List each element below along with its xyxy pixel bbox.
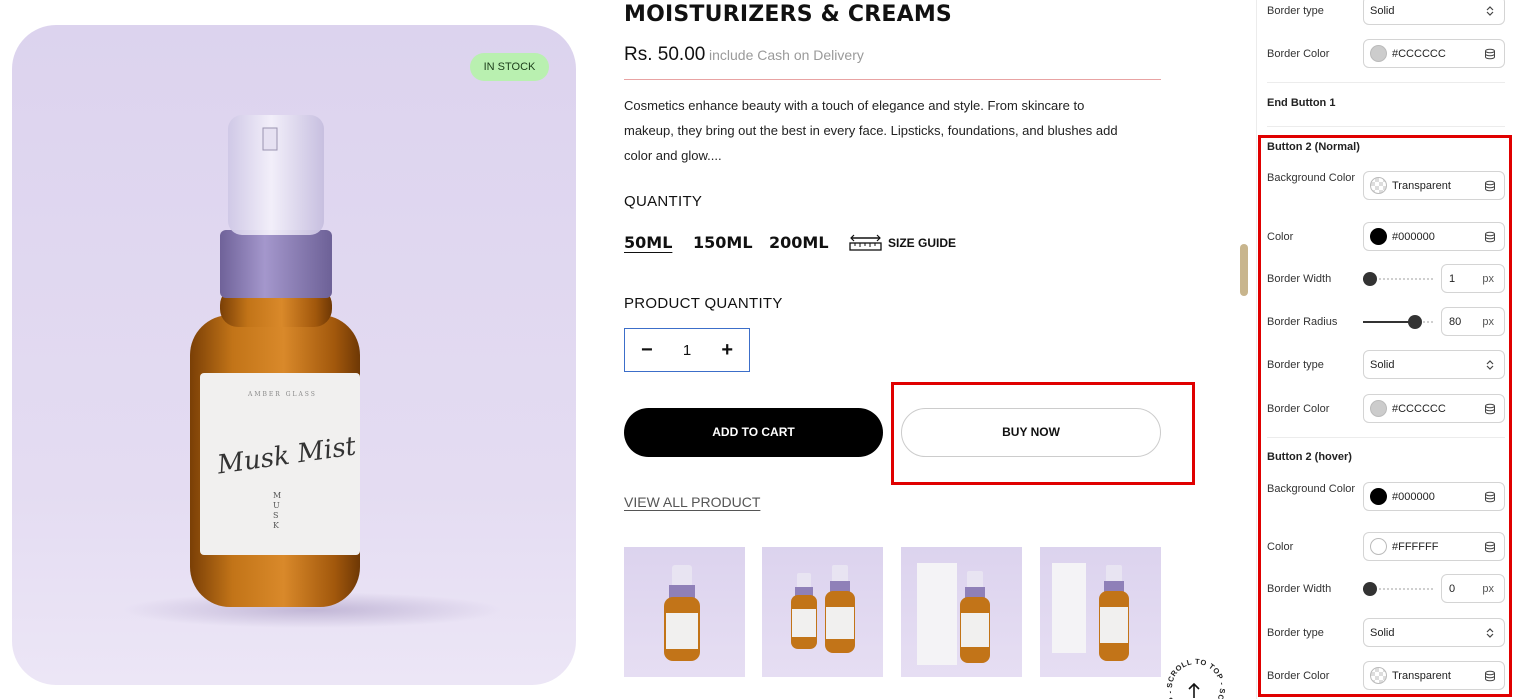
ruler-icon [849, 234, 882, 251]
product-price: Rs. 50.00 [624, 44, 706, 65]
thumbnail-image-3 [917, 563, 990, 665]
quantity-label: QUANTITY [624, 193, 703, 210]
highlight-box-buy-now [891, 382, 1195, 485]
highlight-box-button2-settings [1258, 135, 1512, 697]
size-guide-link[interactable]: SIZE GUIDE [849, 234, 956, 252]
quantity-plus-button[interactable]: + [721, 339, 733, 362]
top-border-type-row: Border type Solid [1267, 0, 1507, 32]
price-note: include Cash on Delivery [709, 47, 864, 63]
scroll-to-top-badge: SCROLL TO TOP - SCROLL TO TOP - [1165, 657, 1227, 699]
thumbnail-image-4 [1052, 563, 1129, 661]
quantity-stepper: − 1 + [624, 328, 750, 372]
bottle-label-top: AMBER GLASS [248, 391, 317, 398]
top-border-type-label: Border type [1267, 5, 1324, 17]
product-quantity-label: PRODUCT QUANTITY [624, 295, 783, 312]
product-description: Cosmetics enhance beauty with a touch of… [624, 98, 1118, 163]
product-main-image: AMBER GLASS Musk Mist MUSK [12, 25, 576, 685]
stock-badge: IN STOCK [470, 53, 549, 81]
svg-text:SCROLL TO TOP - SCROLL TO TOP: SCROLL TO TOP - SCROLL TO TOP - [1166, 658, 1226, 699]
scroll-to-top-text: SCROLL TO TOP - SCROLL TO TOP - [1165, 657, 1227, 699]
arrow-up-icon [1188, 682, 1200, 698]
scroll-to-top-button[interactable]: SCROLL TO TOP - SCROLL TO TOP - [1165, 657, 1227, 699]
add-to-cart-button[interactable]: ADD TO CART [624, 408, 883, 457]
product-title: MOISTURIZERS & CREAMS [624, 2, 952, 27]
panel-separator [1267, 82, 1505, 83]
size-option-150ml[interactable]: 150ML [693, 233, 753, 252]
panel-separator [1267, 126, 1505, 127]
thumbnail-2[interactable] [762, 547, 883, 677]
color-swatch [1370, 45, 1387, 62]
bottle-illustration [122, 115, 502, 628]
page-scrollbar-thumb[interactable] [1240, 244, 1248, 296]
database-icon [1485, 48, 1495, 59]
size-option-200ml[interactable]: 200ML [769, 233, 829, 252]
divider [624, 79, 1161, 80]
top-border-type-value: Solid [1370, 4, 1395, 17]
top-border-color-value: #CCCCCC [1392, 47, 1446, 60]
thumbnail-image-1 [664, 565, 700, 661]
chevron-updown-icon [1486, 5, 1494, 16]
size-guide-label: SIZE GUIDE [888, 236, 957, 250]
thumbnail-3[interactable] [901, 547, 1022, 677]
size-option-50ml[interactable]: 50ML [624, 233, 672, 252]
quantity-minus-button[interactable]: − [641, 339, 653, 362]
thumbnail-image-2 [791, 565, 855, 653]
top-border-color-row: Border Color #CCCCCC [1267, 39, 1507, 71]
end-button-1-label: End Button 1 [1267, 97, 1336, 109]
view-all-product-link[interactable]: VIEW ALL PRODUCT [624, 494, 760, 510]
thumbnail-1[interactable] [624, 547, 745, 677]
top-border-color-field[interactable]: #CCCCCC [1363, 39, 1505, 68]
top-border-color-label: Border Color [1267, 48, 1330, 60]
thumbnail-4[interactable] [1040, 547, 1161, 677]
quantity-value[interactable]: 1 [683, 342, 691, 359]
bottle-label-vertical: MUSK [273, 491, 283, 530]
top-border-type-select[interactable]: Solid [1363, 0, 1505, 25]
